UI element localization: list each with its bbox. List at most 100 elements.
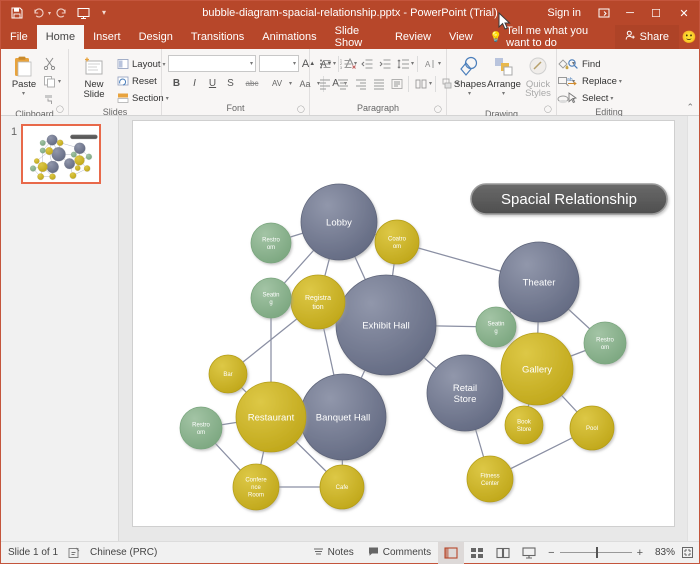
tab-file[interactable]: File bbox=[1, 25, 37, 49]
bubble-node-restroom1[interactable] bbox=[40, 140, 46, 146]
font-size-input[interactable]: ▾ bbox=[259, 55, 299, 72]
copy-caret-icon[interactable]: ▾ bbox=[58, 78, 61, 85]
text-shadow-button[interactable]: S bbox=[222, 75, 239, 92]
copy-button[interactable] bbox=[41, 73, 58, 90]
slide-show-button[interactable] bbox=[516, 542, 542, 564]
bubble-node-seating1[interactable]: Seating bbox=[251, 278, 291, 318]
arrange-button[interactable]: Arrange ▾ bbox=[487, 53, 521, 98]
arrange-caret-icon[interactable]: ▾ bbox=[502, 90, 505, 97]
decrease-indent-button[interactable] bbox=[358, 55, 375, 72]
columns-caret-icon[interactable]: ▾ bbox=[429, 80, 432, 87]
zoom-out-button[interactable]: − bbox=[548, 547, 554, 559]
bubble-node-gallery[interactable] bbox=[74, 155, 84, 165]
bubble-node-bar[interactable]: Bar bbox=[209, 355, 247, 393]
strikethrough-button[interactable]: abc bbox=[240, 75, 264, 92]
slide-title-banner[interactable] bbox=[70, 135, 97, 139]
font-name-caret-icon[interactable]: ▾ bbox=[250, 60, 253, 67]
notes-button[interactable]: Notes bbox=[306, 542, 361, 564]
bubble-node-restaurant[interactable] bbox=[38, 162, 48, 172]
increase-indent-button[interactable] bbox=[376, 55, 393, 72]
feedback-emoji-icon[interactable]: 🙂 bbox=[679, 25, 699, 49]
tab-home[interactable]: Home bbox=[37, 25, 84, 49]
bubble-node-restroom2[interactable]: Restroom bbox=[180, 407, 222, 449]
font-size-caret-icon[interactable]: ▾ bbox=[293, 60, 296, 67]
close-button[interactable]: ✕ bbox=[669, 1, 699, 25]
bubble-node-restroom1[interactable]: Restroom bbox=[251, 223, 291, 263]
fit-slide-to-window-icon[interactable] bbox=[675, 542, 699, 564]
bubble-node-retail[interactable] bbox=[64, 158, 75, 169]
bubble-node-coatroom[interactable]: Coatroom bbox=[375, 220, 419, 264]
bubble-node-restaurant[interactable]: Restaurant bbox=[236, 382, 306, 452]
bubble-node-seating2[interactable] bbox=[71, 152, 77, 158]
align-left-button[interactable] bbox=[316, 75, 333, 92]
collapse-ribbon-button[interactable]: ⌃ bbox=[686, 102, 694, 113]
sign-in-button[interactable]: Sign in bbox=[537, 7, 591, 19]
bubble-node-banquet[interactable]: Banquet Hall bbox=[300, 374, 386, 460]
bubble-node-fitness[interactable]: FitnessCenter bbox=[467, 456, 513, 502]
undo-dropdown-caret-icon[interactable]: ▾ bbox=[48, 10, 51, 17]
bubble-node-conference[interactable] bbox=[37, 173, 43, 179]
reading-view-button[interactable] bbox=[490, 542, 516, 564]
columns-button[interactable] bbox=[412, 75, 429, 92]
font-dialog-launcher[interactable]: ◯ bbox=[297, 106, 305, 114]
align-text-button[interactable] bbox=[388, 75, 405, 92]
drawing-dialog-launcher[interactable]: ◯ bbox=[544, 106, 552, 114]
numbering-caret-icon[interactable]: ▾ bbox=[354, 60, 357, 67]
bubble-node-cafe[interactable]: Cafe bbox=[320, 465, 364, 509]
text-direction-caret-icon[interactable]: ▾ bbox=[438, 60, 441, 67]
tab-transitions[interactable]: Transitions bbox=[182, 25, 253, 49]
vertical-scrollbar-thumb[interactable] bbox=[690, 118, 698, 539]
bubble-node-fitness[interactable] bbox=[70, 172, 76, 178]
replace-caret-icon[interactable]: ▾ bbox=[619, 78, 622, 85]
save-icon[interactable] bbox=[7, 3, 27, 23]
replace-button[interactable]: ab Replace ▾ bbox=[563, 73, 625, 89]
bubble-node-conference[interactable]: ConferenceRoom bbox=[233, 464, 279, 510]
bold-button[interactable]: B bbox=[168, 75, 185, 92]
bubble-node-registration[interactable] bbox=[45, 147, 52, 154]
zoom-track[interactable] bbox=[560, 552, 632, 553]
redo-icon[interactable] bbox=[52, 3, 72, 23]
tab-insert[interactable]: Insert bbox=[84, 25, 130, 49]
comments-button[interactable]: Comments bbox=[361, 542, 438, 564]
zoom-level[interactable]: 83% bbox=[649, 547, 675, 558]
cut-button[interactable] bbox=[41, 55, 58, 72]
bubble-node-exhibit[interactable]: Exhibit Hall bbox=[336, 275, 436, 375]
bubble-node-seating1[interactable] bbox=[40, 148, 46, 154]
character-spacing-button[interactable]: AV bbox=[265, 75, 289, 92]
find-button[interactable]: Find bbox=[563, 56, 625, 72]
tab-slide-show[interactable]: Slide Show bbox=[326, 25, 386, 49]
bubble-node-pool[interactable] bbox=[84, 165, 90, 171]
start-from-beginning-icon[interactable] bbox=[73, 3, 93, 23]
shapes-button[interactable]: Shapes ▾ bbox=[453, 53, 487, 98]
paste-button[interactable]: Paste ▾ bbox=[7, 53, 41, 98]
new-slide-button[interactable]: New Slide bbox=[75, 53, 113, 101]
bubble-node-bookstore[interactable] bbox=[75, 165, 80, 170]
bubble-node-bookstore[interactable]: BookStore bbox=[505, 406, 543, 444]
bubble-node-retail[interactable]: RetailStore bbox=[427, 355, 503, 431]
normal-view-button[interactable] bbox=[438, 542, 464, 564]
font-name-input[interactable]: ▾ bbox=[168, 55, 256, 72]
line-spacing-button[interactable] bbox=[394, 55, 411, 72]
bubble-node-registration[interactable]: Registration bbox=[291, 275, 345, 329]
tab-review[interactable]: Review bbox=[386, 25, 440, 49]
line-spacing-caret-icon[interactable]: ▾ bbox=[411, 60, 414, 67]
select-button[interactable]: Select ▾ bbox=[563, 90, 625, 106]
numbering-button[interactable]: 123 bbox=[337, 55, 354, 72]
bubble-node-lobby[interactable] bbox=[47, 135, 58, 146]
language-indicator[interactable]: Chinese (PRC) bbox=[83, 542, 164, 564]
italic-button[interactable]: I bbox=[186, 75, 203, 92]
zoom-in-button[interactable]: + bbox=[637, 547, 643, 559]
bubble-node-exhibit[interactable] bbox=[52, 147, 66, 161]
bubble-node-banquet[interactable] bbox=[47, 161, 59, 173]
paragraph-dialog-launcher[interactable]: ◯ bbox=[434, 106, 442, 114]
slide-count[interactable]: Slide 1 of 1 bbox=[1, 542, 65, 564]
slide-thumbnail-1[interactable] bbox=[21, 124, 101, 184]
bubble-node-bar[interactable] bbox=[34, 158, 39, 163]
justify-button[interactable] bbox=[370, 75, 387, 92]
ribbon-display-options-icon[interactable] bbox=[591, 1, 617, 25]
vertical-scrollbar[interactable] bbox=[687, 116, 699, 541]
text-direction-button[interactable]: A bbox=[421, 55, 438, 72]
bubble-node-theater[interactable]: Theater bbox=[499, 242, 579, 322]
tab-view[interactable]: View bbox=[440, 25, 482, 49]
customize-quick-access-toolbar-icon[interactable]: ▾ bbox=[94, 3, 114, 23]
